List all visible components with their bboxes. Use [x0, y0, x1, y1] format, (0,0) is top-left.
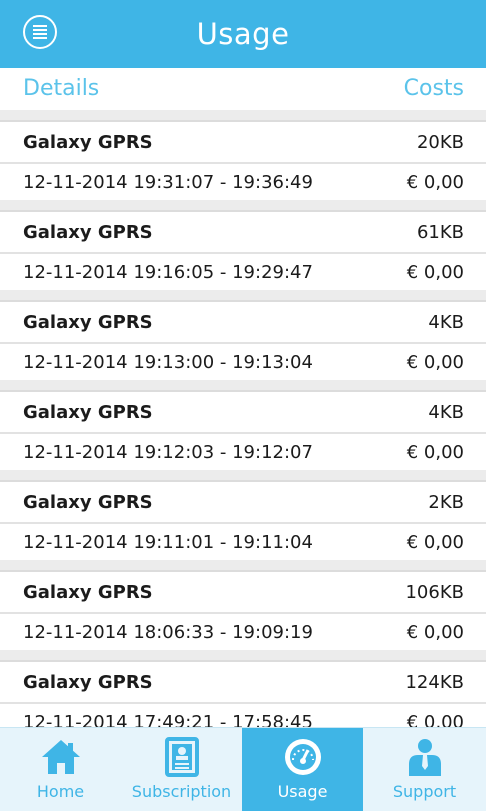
record-cost: € 0,00: [406, 442, 464, 463]
usage-list[interactable]: Galaxy GPRS 20KB 12-11-2014 19:31:07 - 1…: [0, 110, 486, 727]
record-name: Galaxy GPRS: [23, 222, 153, 243]
record-summary-row: Galaxy GPRS 124KB: [0, 662, 486, 702]
record-summary-row: Galaxy GPRS 20KB: [0, 122, 486, 162]
usage-record[interactable]: Galaxy GPRS 4KB 12-11-2014 19:13:00 - 19…: [0, 300, 486, 380]
record-time-range: 12-11-2014 19:11:01 - 19:11:04: [23, 532, 313, 553]
record-size: 4KB: [428, 402, 464, 423]
record-name: Galaxy GPRS: [23, 672, 153, 693]
tab-support[interactable]: Support: [364, 728, 485, 811]
record-time-range: 12-11-2014 17:49:21 - 17:58:45: [23, 712, 313, 727]
record-detail-row: 12-11-2014 19:11:01 - 19:11:04 € 0,00: [0, 522, 486, 564]
record-size: 61KB: [416, 222, 464, 243]
record-time-range: 12-11-2014 19:16:05 - 19:29:47: [23, 262, 313, 283]
record-summary-row: Galaxy GPRS 2KB: [0, 482, 486, 522]
record-summary-row: Galaxy GPRS 106KB: [0, 572, 486, 612]
record-detail-row: 12-11-2014 19:13:00 - 19:13:04 € 0,00: [0, 342, 486, 384]
record-summary-row: Galaxy GPRS 61KB: [0, 212, 486, 252]
tab-home[interactable]: Home: [0, 728, 121, 811]
record-detail-row: 12-11-2014 19:16:05 - 19:29:47 € 0,00: [0, 252, 486, 294]
tab-label: Usage: [277, 782, 328, 801]
tab-usage[interactable]: Usage: [242, 728, 363, 811]
record-detail-row: 12-11-2014 19:31:07 - 19:36:49 € 0,00: [0, 162, 486, 204]
record-name: Galaxy GPRS: [23, 492, 153, 513]
record-cost: € 0,00: [406, 352, 464, 373]
record-size: 106KB: [405, 582, 464, 603]
record-name: Galaxy GPRS: [23, 132, 153, 153]
home-icon: [42, 740, 80, 774]
record-time-range: 12-11-2014 19:12:03 - 19:12:07: [23, 442, 313, 463]
bottom-tab-bar: Home Subscription Usage Support: [0, 727, 486, 811]
usage-record[interactable]: Galaxy GPRS 4KB 12-11-2014 19:12:03 - 19…: [0, 390, 486, 470]
usage-record[interactable]: Galaxy GPRS 2KB 12-11-2014 19:11:01 - 19…: [0, 480, 486, 560]
record-summary-row: Galaxy GPRS 4KB: [0, 392, 486, 432]
record-size: 4KB: [428, 312, 464, 333]
support-icon: [409, 739, 441, 776]
usage-record[interactable]: Galaxy GPRS 124KB 12-11-2014 17:49:21 - …: [0, 660, 486, 727]
record-name: Galaxy GPRS: [23, 402, 153, 423]
record-cost: € 0,00: [406, 622, 464, 643]
details-column-heading: Details: [23, 76, 100, 101]
tab-label: Subscription: [131, 782, 232, 801]
record-size: 124KB: [405, 672, 464, 693]
record-time-range: 12-11-2014 19:31:07 - 19:36:49: [23, 172, 313, 193]
usage-record[interactable]: Galaxy GPRS 61KB 12-11-2014 19:16:05 - 1…: [0, 210, 486, 290]
costs-column-heading: Costs: [403, 76, 464, 101]
tab-subscription[interactable]: Subscription: [121, 728, 242, 811]
record-cost: € 0,00: [406, 262, 464, 283]
record-detail-row: 12-11-2014 17:49:21 - 17:58:45 € 0,00: [0, 702, 486, 727]
usage-record[interactable]: Galaxy GPRS 106KB 12-11-2014 18:06:33 - …: [0, 570, 486, 650]
record-cost: € 0,00: [406, 532, 464, 553]
tab-label: Support: [392, 782, 457, 801]
record-cost: € 0,00: [406, 712, 464, 727]
record-detail-row: 12-11-2014 18:06:33 - 19:09:19 € 0,00: [0, 612, 486, 654]
record-size: 20KB: [416, 132, 464, 153]
record-name: Galaxy GPRS: [23, 312, 153, 333]
column-headers: Details Costs: [0, 68, 486, 110]
usage-gauge-icon: [285, 739, 321, 775]
usage-record[interactable]: Galaxy GPRS 20KB 12-11-2014 19:31:07 - 1…: [0, 120, 486, 200]
record-time-range: 12-11-2014 18:06:33 - 19:09:19: [23, 622, 313, 643]
tab-label: Home: [36, 782, 85, 801]
record-detail-row: 12-11-2014 19:12:03 - 19:12:07 € 0,00: [0, 432, 486, 474]
record-summary-row: Galaxy GPRS 4KB: [0, 302, 486, 342]
subscription-icon: [165, 737, 199, 777]
page-title: Usage: [196, 17, 290, 51]
record-cost: € 0,00: [406, 172, 464, 193]
record-time-range: 12-11-2014 19:13:00 - 19:13:04: [23, 352, 313, 373]
record-name: Galaxy GPRS: [23, 582, 153, 603]
record-size: 2KB: [428, 492, 464, 513]
app-header: Usage: [0, 0, 486, 68]
